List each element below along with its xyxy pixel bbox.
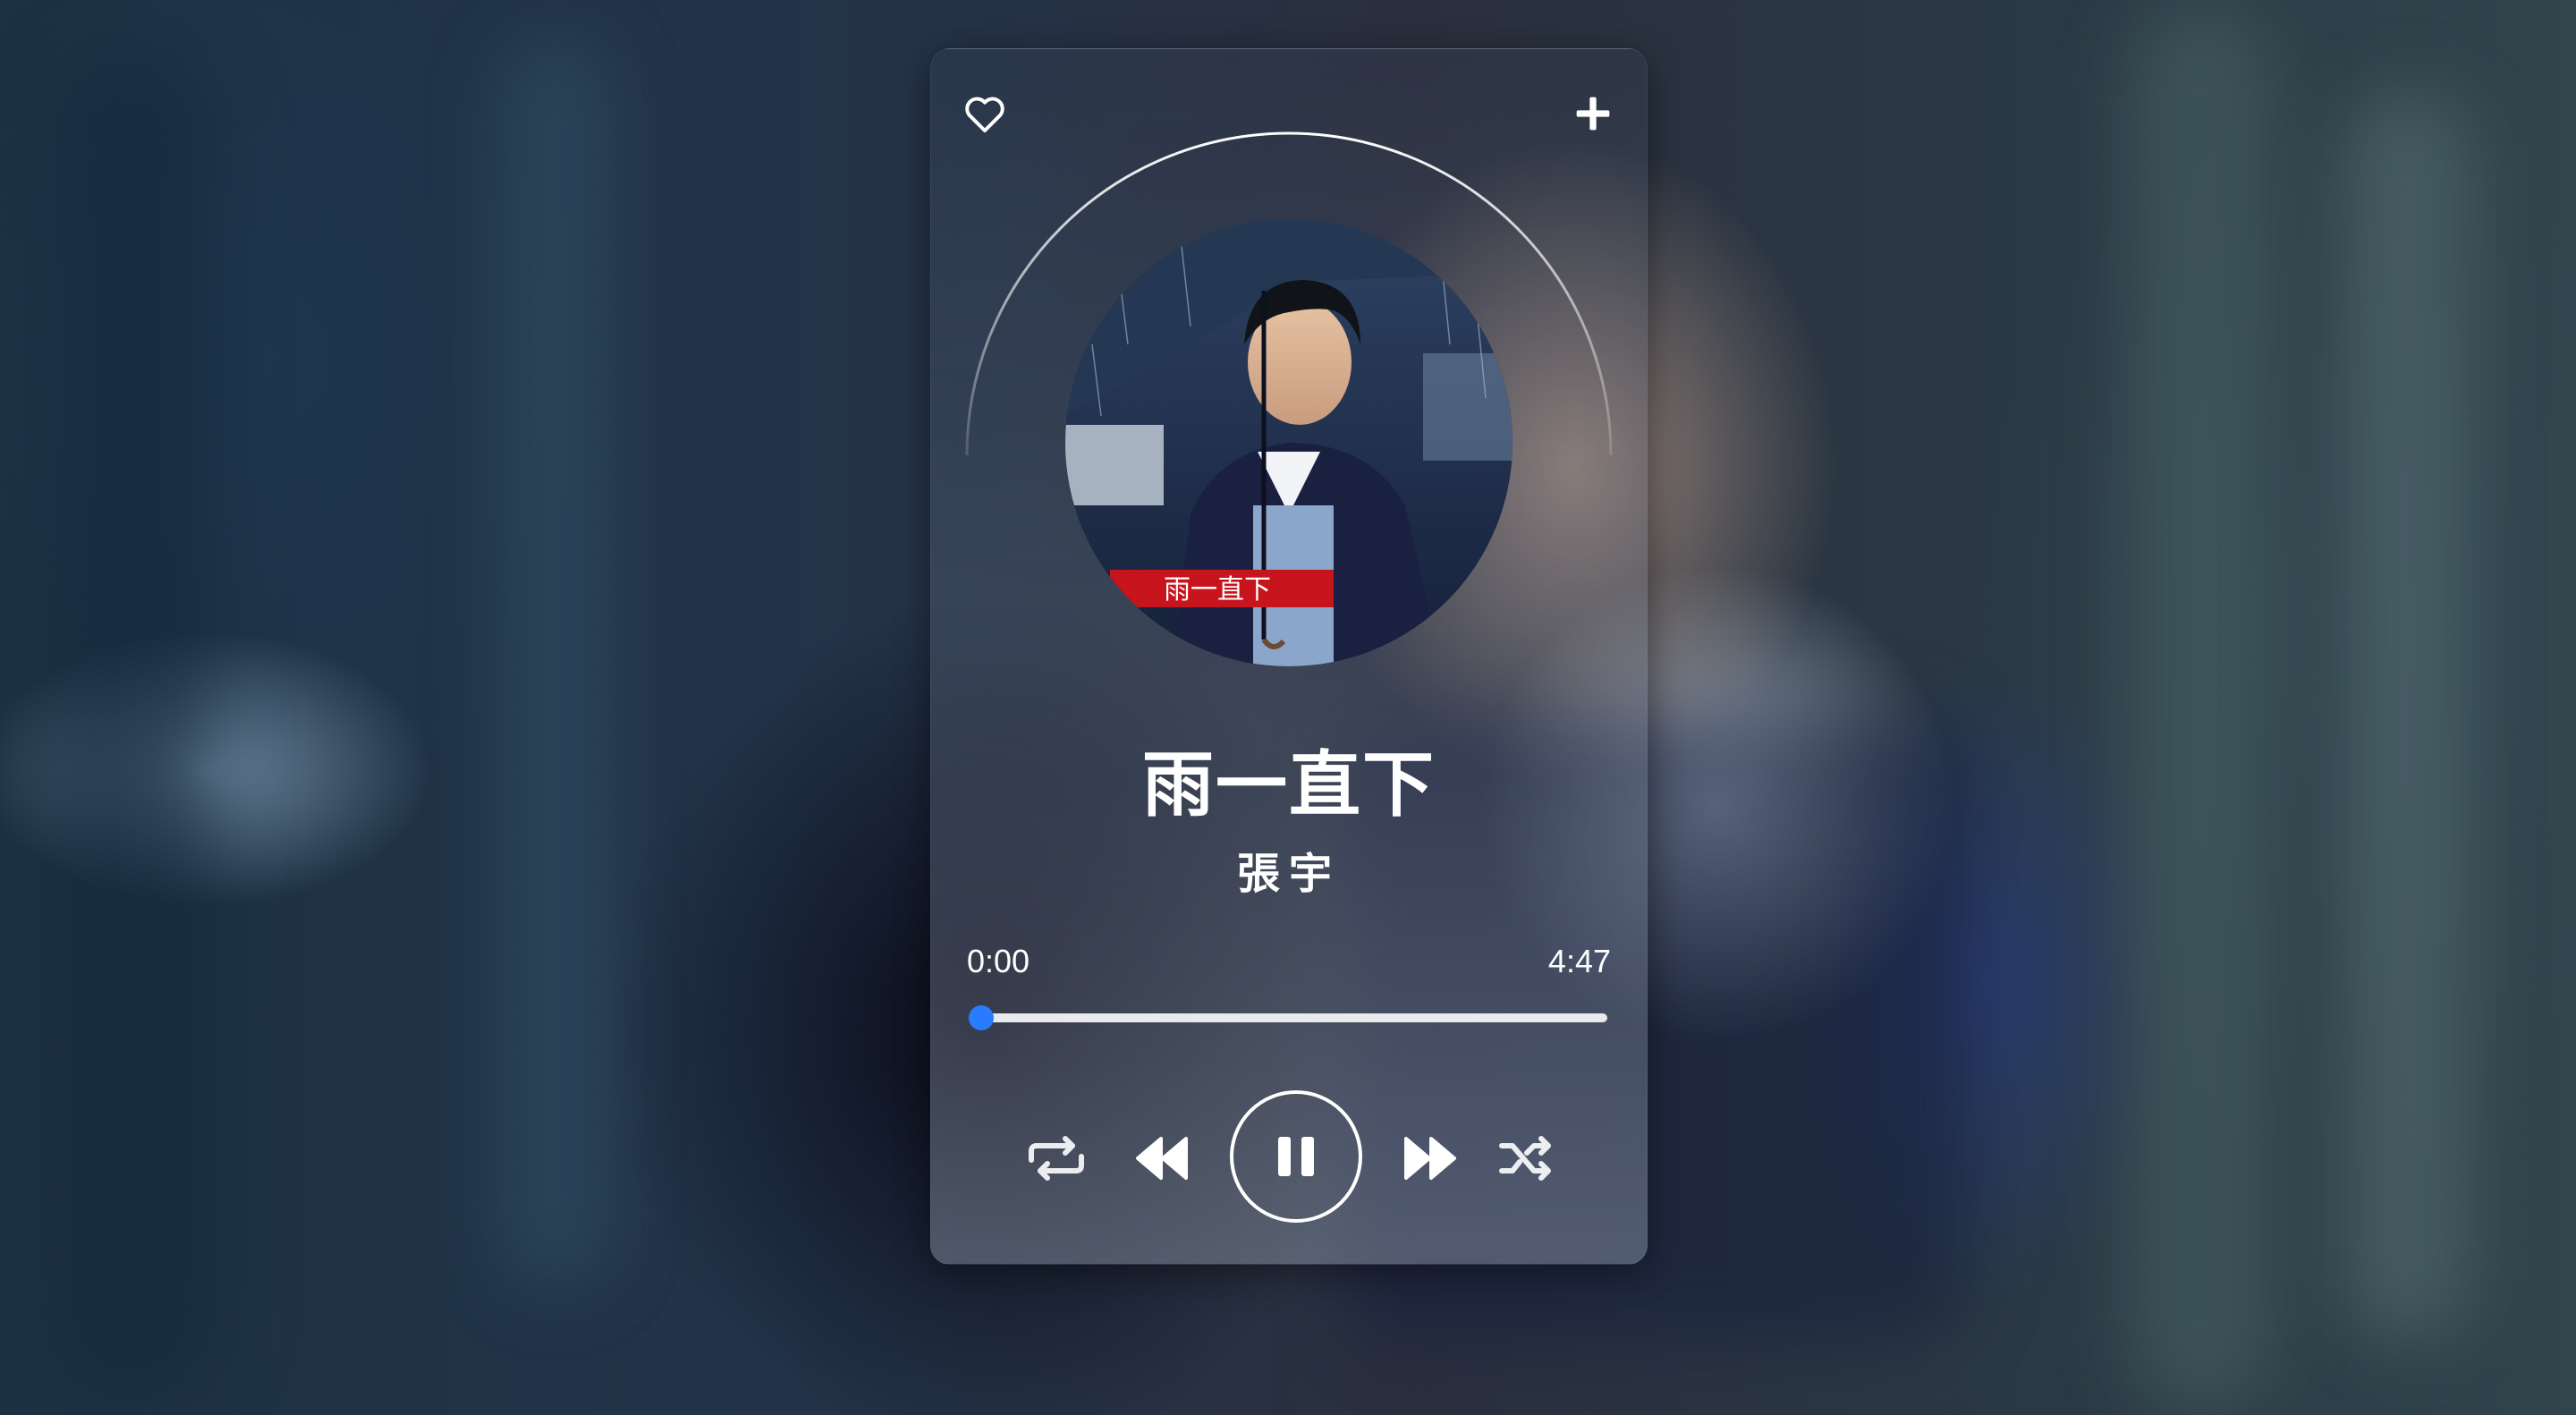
- progress-handle[interactable]: [969, 1005, 994, 1030]
- playback-controls: [931, 1090, 1647, 1223]
- pause-icon: [1278, 1137, 1314, 1176]
- pause-button[interactable]: [1230, 1090, 1362, 1223]
- album-cover: 雨一直下: [1065, 219, 1513, 666]
- repeat-icon[interactable]: [1021, 1126, 1092, 1190]
- total-time: 4:47: [1547, 943, 1611, 979]
- progress-bar[interactable]: [969, 1005, 1607, 1030]
- song-title: 雨一直下: [1142, 742, 1436, 826]
- artist-name: 張宇: [1236, 849, 1341, 899]
- rewind-icon[interactable]: [1130, 1126, 1194, 1190]
- music-player-card: 雨一直下 雨一直下 張宇 0:00 4:47: [930, 48, 1648, 1265]
- album-banner-text: 雨一直下: [1164, 574, 1271, 606]
- shuffle-icon[interactable]: [1495, 1126, 1559, 1190]
- current-time: 0:00: [967, 943, 1030, 979]
- fast-forward-icon[interactable]: [1398, 1126, 1462, 1190]
